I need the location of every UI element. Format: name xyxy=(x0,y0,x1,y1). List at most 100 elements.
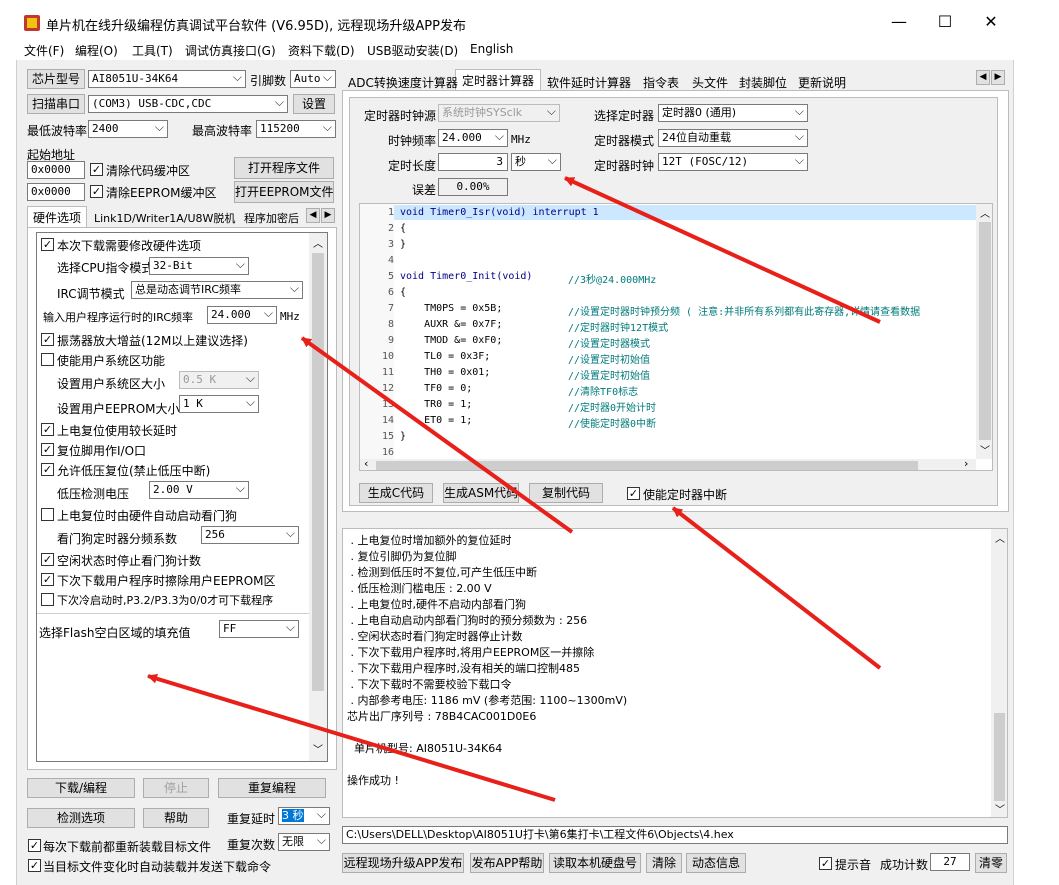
help-button[interactable]: 帮助 xyxy=(143,808,209,828)
min-baud-select[interactable]: 2400 xyxy=(88,120,168,138)
tab-offline[interactable]: Link1D/Writer1A/U8W脱机 xyxy=(94,210,235,226)
code-editor[interactable]: 1 void Timer0_Isr(void) interrupt 1 2 {3} 4 5… xyxy=(359,203,993,471)
log-scroll-up-icon[interactable]: ︿ xyxy=(995,530,1005,545)
maximize-button[interactable]: ☐ xyxy=(922,10,968,36)
menu-usb-driver[interactable]: USB驱动安装(D) xyxy=(367,42,458,59)
tab-hardware[interactable]: 硬件选项 xyxy=(33,209,81,226)
wdt-div-select[interactable]: 256 xyxy=(201,526,299,544)
code-start-address-input[interactable]: 0x0000 xyxy=(27,161,85,179)
scroll-up-icon[interactable]: ︿ xyxy=(313,235,323,250)
timer-unit-select[interactable]: 秒 xyxy=(511,153,561,171)
irc-freq-select[interactable]: 24.000 xyxy=(207,306,277,324)
hw-scrollbar[interactable]: ︿ ﹀ xyxy=(309,233,327,761)
port-select[interactable]: (COM3) USB-CDC,CDC xyxy=(88,95,288,113)
reprogram-button[interactable]: 重复编程 xyxy=(218,778,326,798)
code-scroll-down-icon[interactable]: ﹀ xyxy=(980,442,990,457)
reset-io-checkbox[interactable]: ✓ xyxy=(41,443,54,456)
max-baud-select[interactable]: 115200 xyxy=(256,120,336,138)
generate-c-button[interactable]: 生成C代码 xyxy=(359,483,433,503)
tab-scroll-left-icon[interactable]: ◀ xyxy=(306,208,320,223)
stop-button[interactable]: 停止 xyxy=(143,778,209,798)
hw-scroll-thumb[interactable] xyxy=(312,253,324,691)
wdt-auto-checkbox[interactable] xyxy=(41,508,54,521)
lvr-checkbox[interactable]: ✓ xyxy=(41,463,54,476)
lvd-select[interactable]: 2.00 V xyxy=(149,481,249,499)
clear-log-button[interactable]: 清除 xyxy=(646,853,682,873)
tab-header-file[interactable]: 头文件 xyxy=(692,74,728,91)
osc-gain-checkbox[interactable]: ✓ xyxy=(41,333,54,346)
menu-tools[interactable]: 工具(T) xyxy=(132,42,173,59)
enable-interrupt-checkbox[interactable]: ✓ xyxy=(627,487,640,500)
erase-eeprom-checkbox[interactable]: ✓ xyxy=(41,573,54,586)
irc-mode-select[interactable]: 总是动态调节IRC频率 xyxy=(131,281,303,299)
tab-encrypt[interactable]: 程序加密后 xyxy=(244,210,306,226)
menu-download[interactable]: 资料下载(D) xyxy=(288,42,355,59)
remote-upgrade-button[interactable]: 远程现场升级APP发布 xyxy=(342,853,464,873)
code-scroll-left-icon[interactable]: ‹ xyxy=(364,457,368,470)
p32p33-checkbox[interactable] xyxy=(41,593,54,606)
code-scroll-up-icon[interactable]: ︿ xyxy=(980,205,990,220)
timer-mode-select[interactable]: 24位自动重载 xyxy=(658,129,808,147)
download-program-button[interactable]: 下载/编程 xyxy=(27,778,135,798)
tab-timer-calc[interactable]: 定时器计算器 xyxy=(462,72,534,89)
log-scroll-down-icon[interactable]: ﹀ xyxy=(995,801,1005,816)
timer-src-select[interactable]: 系统时钟SYSclk xyxy=(438,104,560,122)
chip-model-button[interactable]: 芯片型号 xyxy=(27,69,85,89)
recount-select[interactable]: 无限 xyxy=(278,833,330,851)
open-eeprom-file-button[interactable]: 打开EEPROM文件 xyxy=(234,181,334,203)
auto-send-checkbox[interactable]: ✓ xyxy=(28,859,41,872)
rtab-scroll-left-icon[interactable]: ◀ xyxy=(976,70,990,85)
check-options-button[interactable]: 检测选项 xyxy=(27,808,135,828)
log-scrollbar[interactable]: ︿ ﹀ xyxy=(991,529,1007,817)
minimize-button[interactable]: — xyxy=(876,10,922,36)
tab-adc-calc[interactable]: ADC转换速度计算器 xyxy=(348,74,458,91)
user-eeprom-select[interactable]: 1 K xyxy=(179,395,259,413)
code-vscroll-thumb[interactable] xyxy=(979,222,991,440)
code-hscrollbar[interactable]: ‹ › xyxy=(360,457,976,470)
tab-scroll-right-icon[interactable]: ▶ xyxy=(321,208,335,223)
code-scroll-right-icon[interactable]: › xyxy=(964,457,968,470)
user-sys-checkbox[interactable] xyxy=(41,353,54,366)
clear-eeprom-buffer-checkbox[interactable]: ✓ xyxy=(90,185,103,198)
idle-wdt-checkbox[interactable]: ✓ xyxy=(41,553,54,566)
read-disk-button[interactable]: 读取本机硬盘号 xyxy=(549,853,641,873)
timer-length-input[interactable]: 3 xyxy=(438,153,508,171)
reload-each-checkbox[interactable]: ✓ xyxy=(28,839,41,852)
beep-checkbox[interactable]: ✓ xyxy=(819,857,832,870)
output-log[interactable]: . 上电复位时增加额外的复位延时 . 复位引脚仍为复位脚 . 检测到低压时不复位… xyxy=(342,528,1008,818)
menu-program[interactable]: 编程(O) xyxy=(75,42,118,59)
scroll-down-icon[interactable]: ﹀ xyxy=(313,741,323,756)
pins-select[interactable]: Auto xyxy=(290,70,336,88)
tab-delay-calc[interactable]: 软件延时计算器 xyxy=(547,74,631,91)
code-hscroll-thumb[interactable] xyxy=(376,461,918,470)
menu-english[interactable]: English xyxy=(470,42,513,56)
redelay-select[interactable]: 3 秒 xyxy=(278,807,330,825)
modify-hw-checkbox[interactable]: ✓ xyxy=(41,238,54,251)
clear-code-buffer-checkbox[interactable]: ✓ xyxy=(90,163,103,176)
tab-changelog[interactable]: 更新说明 xyxy=(798,74,846,91)
long-delay-checkbox[interactable]: ✓ xyxy=(41,423,54,436)
scan-port-button[interactable]: 扫描串口 xyxy=(27,94,85,114)
publish-help-button[interactable]: 发布APP帮助 xyxy=(470,853,544,873)
tab-package-pins[interactable]: 封装脚位 xyxy=(739,74,787,91)
chip-model-select[interactable]: AI8051U-34K64 xyxy=(88,70,246,88)
log-scroll-thumb[interactable] xyxy=(994,713,1005,801)
eeprom-start-address-input[interactable]: 0x0000 xyxy=(27,183,85,201)
hex-file-path[interactable]: C:\Users\DELL\Desktop\AI8051U打卡\第6集打卡\工程… xyxy=(342,826,1008,844)
clock-freq-select[interactable]: 24.000 xyxy=(438,129,508,147)
close-button[interactable]: ✕ xyxy=(968,10,1014,36)
rtab-scroll-right-icon[interactable]: ▶ xyxy=(991,70,1005,85)
flash-fill-select[interactable]: FF xyxy=(219,620,299,638)
user-sys-size-select[interactable]: 0.5 K xyxy=(179,371,259,389)
tab-instruction-table[interactable]: 指令表 xyxy=(643,74,679,91)
menu-file[interactable]: 文件(F) xyxy=(24,42,64,59)
menu-debug[interactable]: 调试仿真接口(G) xyxy=(185,42,276,59)
dynamic-info-button[interactable]: 动态信息 xyxy=(686,853,746,873)
open-program-file-button[interactable]: 打开程序文件 xyxy=(234,157,334,179)
code-vscrollbar[interactable]: ︿ ﹀ xyxy=(976,204,992,459)
generate-asm-button[interactable]: 生成ASM代码 xyxy=(443,483,519,503)
select-timer-select[interactable]: 定时器0 (通用) xyxy=(658,104,808,122)
port-settings-button[interactable]: 设置 xyxy=(293,94,335,114)
cpu-mode-select[interactable]: 32-Bit xyxy=(149,257,249,275)
timer-clock-select[interactable]: 12T (FOSC/12) xyxy=(658,153,808,171)
